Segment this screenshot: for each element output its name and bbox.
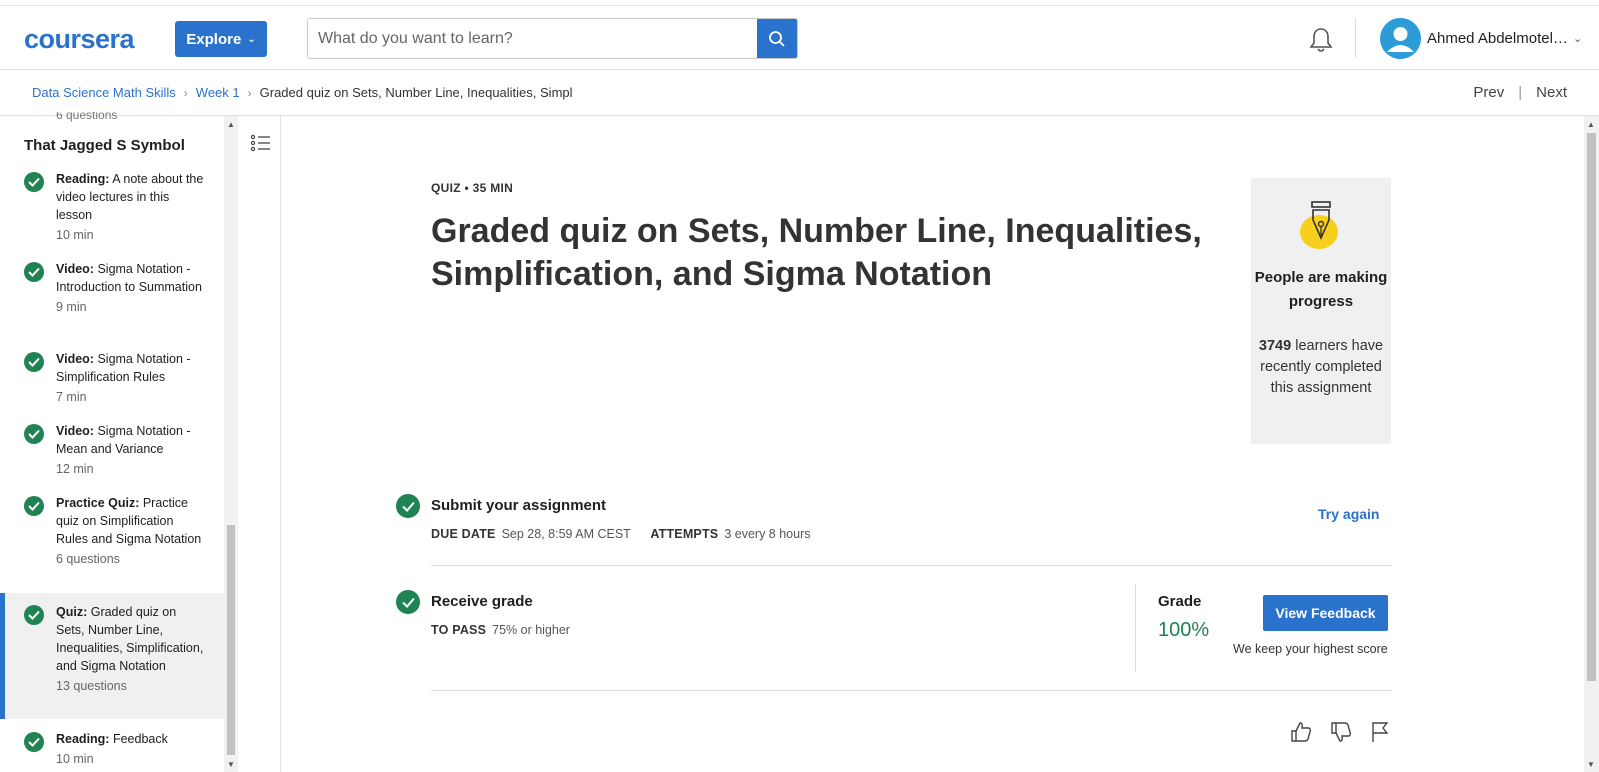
breadcrumb-course[interactable]: Data Science Math Skills — [32, 85, 176, 100]
explore-button[interactable]: Explore ⌄ — [175, 21, 267, 57]
sidebar-item[interactable]: Reading: A note about the video lectures… — [0, 170, 224, 242]
item-type: Practice Quiz: — [56, 496, 140, 510]
item-title: Feedback — [109, 732, 168, 746]
sidebar-item[interactable]: Video: Sigma Notation - Introduction to … — [0, 260, 224, 332]
submit-title: Submit your assignment — [431, 497, 607, 514]
check-icon — [24, 352, 44, 372]
item-duration: 9 min — [56, 300, 87, 314]
user-icon — [1387, 27, 1414, 52]
keep-score-note: We keep your highest score — [1233, 642, 1388, 656]
check-icon — [24, 496, 44, 516]
pass-meta: TO PASS 75% or higher — [431, 623, 570, 637]
submit-meta: DUE DATE Sep 28, 8:59 AM CEST ATTEMPTS 3 e… — [431, 527, 811, 541]
item-type: Reading: — [56, 732, 110, 746]
flag-icon[interactable] — [1368, 720, 1392, 744]
item-duration: 10 min — [56, 752, 94, 766]
scroll-down-icon[interactable]: ▼ — [227, 760, 235, 769]
item-duration: 12 min — [56, 462, 94, 476]
search-button[interactable] — [757, 19, 797, 58]
search-icon — [769, 30, 785, 47]
learner-count: 3749 — [1258, 338, 1292, 354]
view-feedback-button[interactable]: View Feedback — [1263, 595, 1388, 631]
header-divider — [1355, 18, 1356, 58]
check-icon — [24, 262, 44, 282]
user-name[interactable]: Ahmed Abdelmotel… — [1427, 30, 1568, 47]
item-duration: 6 questions — [56, 552, 120, 566]
sidebar-item[interactable]: Video: Sigma Notation - Mean and Varianc… — [0, 422, 224, 478]
outline-toggle-column — [240, 116, 281, 772]
coursera-logo[interactable]: coursera — [24, 24, 135, 55]
section-title: That Jagged S Symbol — [24, 137, 185, 154]
progress-body: 3749 learners have recently completed th… — [1251, 336, 1391, 399]
scroll-down-icon[interactable]: ▼ — [1587, 760, 1595, 769]
breadcrumb-week[interactable]: Week 1 — [196, 85, 240, 100]
item-duration: 10 min — [56, 228, 94, 242]
item-type: Quiz: — [56, 605, 88, 619]
bell-icon[interactable] — [1308, 26, 1334, 54]
chevron-right-icon: › — [183, 85, 188, 100]
sidebar-item-active[interactable]: Quiz: Graded quiz on Sets, Number Line, … — [0, 593, 224, 719]
grade-label: Grade — [1158, 593, 1202, 610]
divider — [431, 565, 1392, 566]
prev-link[interactable]: Prev — [1473, 84, 1504, 101]
breadcrumb-bar: Data Science Math Skills › Week 1 › Grad… — [0, 70, 1599, 116]
main-scrollbar-thumb[interactable] — [1587, 133, 1596, 681]
due-date-label: DUE DATE — [431, 527, 496, 541]
prev-next-nav: Prev | Next — [1473, 84, 1567, 101]
search-input[interactable] — [308, 19, 757, 58]
search-bar — [307, 18, 798, 59]
item-type: Video: — [56, 262, 94, 276]
item-duration: 13 questions — [56, 679, 127, 693]
next-link[interactable]: Next — [1536, 84, 1567, 101]
scroll-up-icon[interactable]: ▲ — [1587, 120, 1595, 129]
try-again-link[interactable]: Try again — [1318, 506, 1379, 522]
browser-edge — [0, 0, 1599, 6]
thumbs-up-icon[interactable] — [1289, 720, 1313, 744]
progress-card: People are making progress 3749 learners… — [1251, 178, 1391, 444]
breadcrumb-current: Graded quiz on Sets, Number Line, Inequa… — [259, 85, 573, 100]
attempts-label: ATTEMPTS — [650, 527, 719, 541]
to-pass-label: TO PASS — [431, 623, 487, 637]
pen-nib-icon — [1300, 201, 1338, 249]
quiz-meta-label: QUIZ • 35 MIN — [431, 181, 514, 195]
scroll-up-icon[interactable]: ▲ — [227, 120, 235, 129]
attempts-value: 3 every 8 hours — [724, 527, 811, 541]
check-icon — [24, 172, 44, 192]
sidebar-item[interactable]: Practice Quiz: Practice quiz on Simplifi… — [0, 494, 224, 584]
check-icon — [24, 732, 44, 752]
item-type: Reading: — [56, 172, 110, 186]
sidebar-item[interactable]: Video: Sigma Notation - Simplification R… — [0, 350, 224, 406]
sidebar-item[interactable]: Reading: Feedback 10 min — [0, 730, 224, 770]
receive-grade-title: Receive grade — [431, 593, 533, 610]
check-icon — [396, 494, 420, 518]
divider — [431, 690, 1392, 691]
breadcrumb: Data Science Math Skills › Week 1 › Grad… — [32, 85, 573, 100]
avatar[interactable] — [1380, 18, 1421, 59]
item-duration: 7 min — [56, 390, 87, 404]
item-type: Video: — [56, 352, 94, 366]
chevron-right-icon: › — [247, 85, 252, 100]
to-pass-value: 75% or higher — [492, 623, 570, 637]
check-icon — [24, 605, 44, 625]
explore-label: Explore — [186, 30, 242, 48]
list-icon[interactable] — [248, 128, 274, 158]
thumbs-down-icon[interactable] — [1329, 720, 1353, 744]
check-icon — [396, 590, 420, 614]
top-header: coursera Explore ⌄ Ahmed Abdelmotel… ⌄ — [0, 0, 1599, 70]
grade-divider — [1135, 584, 1136, 672]
nav-separator: | — [1518, 84, 1523, 101]
chevron-down-icon: ⌄ — [247, 33, 256, 45]
check-icon — [24, 424, 44, 444]
grade-value: 100% — [1158, 619, 1210, 641]
page-title: Graded quiz on Sets, Number Line, Inequa… — [431, 212, 1202, 293]
chevron-down-icon[interactable]: ⌄ — [1573, 32, 1582, 45]
progress-heading: People are making progress — [1254, 269, 1388, 310]
sidebar-scrollbar-thumb[interactable] — [227, 525, 235, 755]
due-date-value: Sep 28, 8:59 AM CEST — [501, 527, 631, 541]
item-type: Video: — [56, 424, 94, 438]
